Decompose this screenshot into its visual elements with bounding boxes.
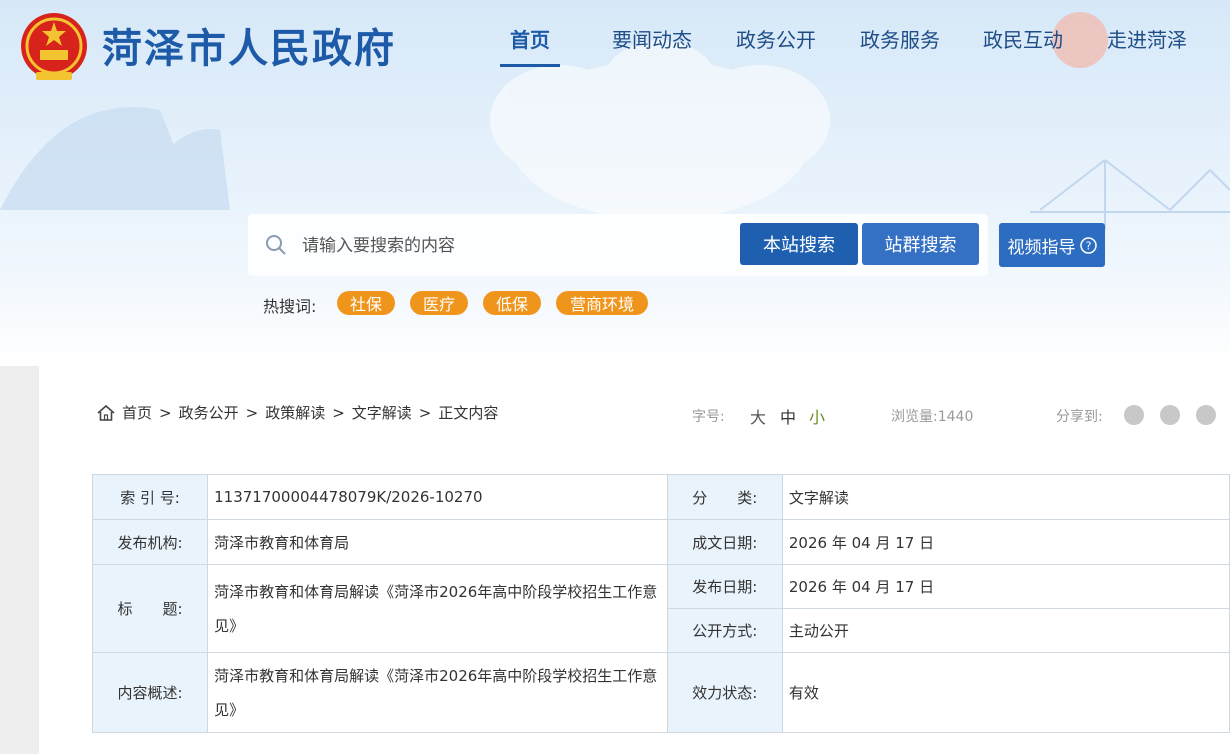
- group-search-button[interactable]: 站群搜索: [862, 223, 979, 265]
- views-value: 1440: [937, 409, 974, 425]
- font-size-large[interactable]: 大: [750, 404, 766, 428]
- svg-text:?: ?: [1085, 239, 1091, 252]
- breadcrumb-gov-open[interactable]: 政务公开: [179, 402, 239, 423]
- summary-label: 内容概述:: [91, 652, 209, 733]
- publisher-value: 菏泽市教育和体育局: [207, 519, 668, 565]
- index-label: 索 引 号:: [91, 474, 209, 520]
- weibo-icon[interactable]: [1160, 405, 1180, 425]
- views-label: 浏览量:: [891, 409, 938, 425]
- category-value: 文字解读: [781, 474, 1230, 520]
- hot-tag-social-security[interactable]: 社保: [337, 291, 395, 315]
- written-date-label: 成文日期:: [666, 519, 783, 565]
- home-icon[interactable]: [96, 404, 116, 422]
- video-guide-button[interactable]: 视频指导 ?: [999, 223, 1105, 267]
- hot-search-label: 热搜词:: [263, 297, 317, 316]
- hot-tag-business-env[interactable]: 营商环境: [556, 291, 648, 315]
- font-size-small[interactable]: 小: [809, 404, 825, 428]
- category-label: 分 类:: [666, 474, 783, 520]
- open-method-label: 公开方式:: [666, 608, 783, 653]
- breadcrumb-text-interpretation[interactable]: 文字解读: [352, 402, 412, 423]
- breadcrumb: 首页 > 政务公开 > 政策解读 > 文字解读 > 正文内容: [96, 402, 498, 423]
- summary-value: 菏泽市教育和体育局解读《菏泽市2026年高中阶段学校招生工作意见》: [207, 652, 668, 733]
- title-label: 标 题:: [91, 564, 209, 653]
- nav-interaction[interactable]: 政民互动: [983, 24, 1063, 53]
- breadcrumb-separator: >: [245, 403, 259, 422]
- status-value: 有效: [781, 652, 1230, 733]
- breadcrumb-separator: >: [159, 403, 172, 422]
- nav-news[interactable]: 要闻动态: [612, 24, 692, 53]
- publish-date-label: 发布日期:: [666, 564, 783, 609]
- wechat-icon[interactable]: [1124, 405, 1144, 425]
- hot-tag-subsistence[interactable]: 低保: [483, 291, 541, 315]
- left-gutter: [0, 366, 39, 754]
- help-circle-icon: ?: [1079, 236, 1097, 254]
- video-guide-label: 视频指导: [1007, 237, 1076, 258]
- breadcrumb-separator: >: [418, 403, 432, 422]
- site-search-button[interactable]: 本站搜索: [740, 223, 858, 265]
- qq-icon[interactable]: [1196, 405, 1216, 425]
- status-label: 效力状态:: [666, 652, 783, 733]
- publish-date-value: 2026 年 04 月 17 日: [781, 564, 1230, 609]
- index-value: 11371700004478079K/2026-10270: [207, 474, 668, 520]
- open-method-value: 主动公开: [781, 608, 1230, 653]
- national-emblem-icon: [21, 13, 87, 80]
- nav-about-heze[interactable]: 走进菏泽: [1107, 24, 1187, 53]
- nav-gov-open[interactable]: 政务公开: [736, 24, 816, 53]
- title-value: 菏泽市教育和体育局解读《菏泽市2026年高中阶段学校招生工作意见》: [207, 564, 668, 653]
- publisher-label: 发布机构:: [91, 519, 209, 565]
- font-size-label: 字号:: [692, 409, 725, 425]
- search-icon: [266, 235, 286, 255]
- site-title[interactable]: 菏泽市人民政府: [102, 16, 396, 74]
- breadcrumb-policy-interpretation[interactable]: 政策解读: [265, 402, 325, 423]
- nav-home[interactable]: 首页: [500, 24, 560, 67]
- share-label: 分享到:: [1056, 409, 1103, 425]
- search-input[interactable]: [300, 230, 724, 262]
- nav-gov-service[interactable]: 政务服务: [860, 24, 940, 53]
- breadcrumb-current: 正文内容: [438, 404, 499, 422]
- document-info-table: 索 引 号: 11371700004478079K/2026-10270 分 类…: [91, 474, 1230, 733]
- font-size-medium[interactable]: 中: [780, 404, 796, 428]
- written-date-value: 2026 年 04 月 17 日: [781, 519, 1230, 565]
- breadcrumb-home[interactable]: 首页: [122, 402, 152, 423]
- hot-tag-medical[interactable]: 医疗: [410, 291, 468, 315]
- view-count: 浏览量:1440: [891, 406, 973, 426]
- breadcrumb-separator: >: [332, 403, 345, 422]
